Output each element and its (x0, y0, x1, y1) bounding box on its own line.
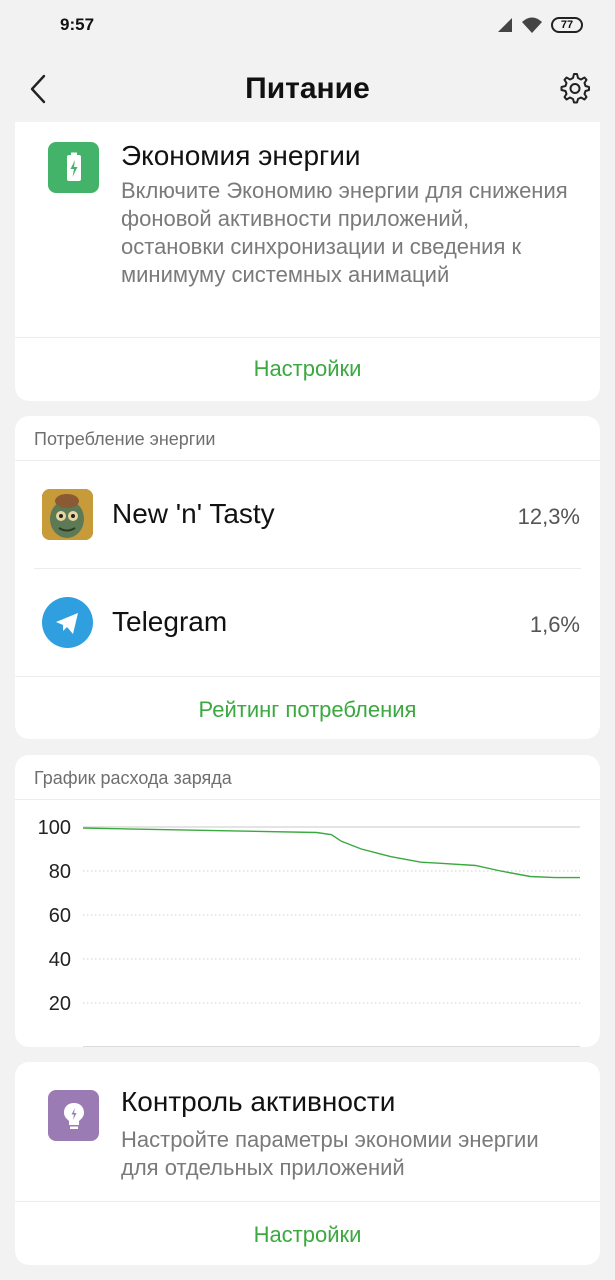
cellular-signal-icon (498, 18, 512, 32)
activity-control-title: Контроль активности (121, 1086, 396, 1117)
telegram-app-icon (42, 597, 93, 648)
app-percent: 12,3% (517, 504, 580, 529)
consumption-card: Потребление энергии New 'n' Tasty 12,3% (15, 416, 600, 739)
page-title: Питание (245, 72, 370, 105)
card-divider (15, 337, 600, 338)
settings-button[interactable] (557, 70, 593, 106)
status-bar: 9:57 77 (0, 0, 615, 52)
gear-icon (560, 73, 590, 104)
app-header: Питание (0, 52, 615, 124)
activity-control-description: Настройте параметры экономии энергии для… (121, 1127, 539, 1180)
activity-control-card: Контроль активности Настройте параметры … (15, 1062, 600, 1265)
y-tick-label: 100 (38, 817, 71, 839)
battery-level-line (82, 827, 580, 879)
app-row-new-n-tasty[interactable]: New 'n' Tasty 12,3% (15, 461, 600, 569)
new-n-tasty-app-icon (42, 489, 93, 540)
battery-saver-settings-button[interactable]: Настройки (15, 356, 600, 382)
battery-level: 77 (560, 19, 574, 31)
status-time: 9:57 (60, 15, 95, 34)
battery-chart-card: График расхода заряда 100 80 60 40 20 (15, 755, 600, 1047)
activity-control-icon-tile (48, 1090, 99, 1141)
y-tick-label: 80 (49, 861, 71, 883)
activity-control-settings-button[interactable]: Настройки (15, 1222, 600, 1248)
battery-saver-title: Экономия энергии (121, 140, 361, 171)
battery-level-chart: 100 80 60 40 20 (38, 817, 580, 1047)
consumption-ranking-button[interactable]: Рейтинг потребления (15, 697, 600, 723)
wifi-icon (522, 17, 542, 33)
battery-charging-icon (66, 152, 81, 181)
y-tick-label: 20 (49, 993, 71, 1015)
y-tick-label: 40 (49, 949, 71, 971)
app-name: Telegram (112, 606, 228, 637)
card-divider (15, 1201, 600, 1202)
card-divider (15, 676, 600, 677)
battery-icon: 77 (551, 17, 583, 33)
battery-saver-description: Включите Экономию энергии для снижения ф… (121, 178, 568, 287)
lightbulb-icon (63, 1102, 84, 1129)
y-tick-label: 60 (49, 905, 71, 927)
battery-saver-icon-tile (48, 142, 99, 193)
battery-saver-card: Экономия энергии Включите Экономию энерг… (15, 122, 600, 401)
app-row-telegram[interactable]: Telegram 1,6% (15, 569, 600, 677)
status-icons: 77 (497, 14, 583, 36)
consumption-section-label: Потребление энергии (34, 429, 216, 449)
app-percent: 1,6% (529, 612, 580, 637)
app-name: New 'n' Tasty (112, 498, 275, 529)
